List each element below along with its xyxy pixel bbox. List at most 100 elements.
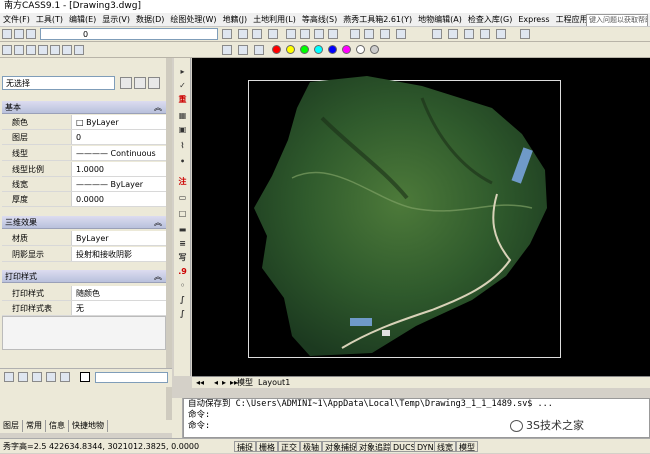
menu-contour[interactable]: 等高线(S) (299, 13, 340, 26)
layer-tool-icon[interactable] (46, 372, 56, 382)
polyline-icon[interactable] (464, 29, 474, 39)
pan-hand-icon[interactable] (286, 29, 296, 39)
elevation-tool[interactable]: .9 (177, 266, 188, 277)
layer-filter-input[interactable] (95, 372, 168, 383)
color-white-swatch[interactable] (356, 45, 365, 54)
ortho-toggle[interactable]: 正交 (278, 441, 300, 452)
cut-icon[interactable] (268, 29, 278, 39)
color-cyan-swatch[interactable] (314, 45, 323, 54)
section-3d-header[interactable]: 三维效果 ︽ (2, 216, 166, 229)
text-style-icon[interactable] (238, 45, 248, 55)
menu-edit[interactable]: 编辑(E) (66, 13, 99, 26)
dimension-icon[interactable] (254, 45, 264, 55)
zoom-window-icon[interactable] (314, 29, 324, 39)
sun-icon[interactable] (38, 45, 48, 55)
tab-scroll-first-icon[interactable]: ◂◂ (196, 377, 204, 388)
menu-land-use[interactable]: 土地利用(L) (250, 13, 299, 26)
curve-tool-icon[interactable]: ∫ (177, 294, 188, 305)
property-row[interactable]: 阴影显示 投射和接收阴影 (2, 247, 166, 262)
layer-tool-icon[interactable] (4, 372, 14, 382)
annotate-tool[interactable]: 注 (177, 176, 188, 187)
layer-tool-icon[interactable] (18, 372, 28, 382)
menu-file[interactable]: 文件(F) (0, 13, 33, 26)
property-row[interactable]: 线型 ———— Continuous (2, 146, 166, 161)
measure-tool-icon[interactable]: ⌇ (177, 140, 188, 151)
collapse-icon[interactable]: ︽ (154, 216, 162, 229)
help-icon[interactable] (520, 29, 530, 39)
lightbulb-icon[interactable] (26, 45, 36, 55)
color-magenta-swatch[interactable] (342, 45, 351, 54)
layer-previous-icon[interactable] (26, 29, 36, 39)
tab-info[interactable]: 信息 (46, 420, 69, 432)
color-yellow-swatch[interactable] (286, 45, 295, 54)
otrack-toggle[interactable]: 对象追踪 (356, 441, 394, 452)
panel-title-strip[interactable] (166, 58, 172, 421)
quick-select-icon[interactable] (148, 77, 160, 89)
property-row[interactable]: 线宽 ———— ByLayer (2, 177, 166, 192)
layer-color-icon[interactable] (74, 45, 84, 55)
property-row[interactable]: 厚度 0.0000 (2, 192, 166, 207)
property-row[interactable]: 打印样式表无 (2, 301, 166, 316)
color-gray-swatch[interactable] (370, 45, 379, 54)
property-row[interactable]: 图层 0 (2, 130, 166, 145)
menu-express[interactable]: Express (515, 13, 552, 26)
match-properties-icon[interactable] (350, 29, 360, 39)
circle-tool-icon[interactable]: ◦ (177, 280, 188, 291)
select-objects-icon[interactable] (134, 77, 146, 89)
redraw-tool[interactable]: 重 (177, 94, 188, 105)
grid-icon[interactable] (14, 45, 24, 55)
menu-yanxiu-toolbox[interactable]: 燕秀工具箱2.61(Y) (340, 13, 415, 26)
layer-tool-icon[interactable] (222, 45, 232, 55)
frame-tool-icon[interactable]: □ (177, 208, 188, 219)
line-icon[interactable] (448, 29, 458, 39)
property-row[interactable]: 打印样式 随颜色 (2, 286, 166, 301)
collapse-icon[interactable]: ︽ (154, 101, 162, 114)
arrow-icon[interactable]: ▸ (177, 66, 188, 77)
color-blue-swatch[interactable] (328, 45, 337, 54)
color-red-swatch[interactable] (272, 45, 281, 54)
properties-icon[interactable] (364, 29, 374, 39)
grid-tool-icon[interactable]: ▦ (177, 110, 188, 121)
zoom-realtime-icon[interactable] (300, 29, 310, 39)
pencil-icon[interactable] (432, 29, 442, 39)
arc-icon[interactable] (480, 29, 490, 39)
collapse-icon[interactable]: ︽ (154, 270, 162, 283)
color-green-swatch[interactable] (300, 45, 309, 54)
undo-icon[interactable] (380, 29, 390, 39)
menu-data[interactable]: 数据(D) (133, 13, 167, 26)
snap-toggle[interactable]: 捕捉 (234, 441, 256, 452)
osnap-toggle[interactable]: 对象捕捉 (322, 441, 360, 452)
grid-toggle[interactable]: 栅格 (256, 441, 278, 452)
spline-tool-icon[interactable]: ∫ (177, 308, 188, 319)
checkbox-icon[interactable] (80, 372, 90, 382)
property-row[interactable]: 颜色 □ ByLayer (2, 115, 166, 130)
hatch-tool-icon[interactable]: ≡ (177, 238, 188, 249)
tab-model[interactable]: 模型 (237, 377, 253, 388)
model-toggle[interactable]: 模型 (456, 441, 478, 452)
color-square-icon[interactable] (62, 45, 72, 55)
menu-draw-process[interactable]: 绘图处理(W) (167, 13, 219, 26)
menu-check-import[interactable]: 检查入库(G) (465, 13, 515, 26)
redo-icon[interactable] (396, 29, 406, 39)
tab-common[interactable]: 常用 (23, 420, 46, 432)
toggle-pickadd-icon[interactable] (120, 77, 132, 89)
menu-cadastre[interactable]: 地籍(J) (220, 13, 251, 26)
help-search-input[interactable]: 键入问题以获取帮助 (586, 14, 648, 26)
tab-scroll-next-icon[interactable]: ▸ (222, 377, 226, 388)
save-icon[interactable] (238, 29, 248, 39)
lineweight-toggle[interactable]: 线宽 (434, 441, 456, 452)
tab-quick-features[interactable]: 快捷地物 (69, 420, 108, 432)
layer-tool-icon[interactable] (32, 372, 42, 382)
align-icon[interactable] (2, 45, 12, 55)
property-row[interactable]: 线型比例 1.0000 (2, 162, 166, 177)
tab-layout1[interactable]: Layout1 (258, 377, 290, 388)
write-tool[interactable]: 写 (177, 252, 188, 263)
measure-icon[interactable] (496, 29, 506, 39)
select-tool-icon[interactable]: ▣ (177, 124, 188, 135)
point-tool-icon[interactable]: • (177, 156, 188, 167)
section-plot-style-header[interactable]: 打印样式 ︽ (2, 270, 166, 283)
command-window-strip[interactable] (172, 398, 183, 438)
menu-tools[interactable]: 工具(T) (33, 13, 66, 26)
property-row[interactable]: 材质 ByLayer (2, 231, 166, 246)
section-general-header[interactable]: 基本 ︽ (2, 101, 166, 114)
